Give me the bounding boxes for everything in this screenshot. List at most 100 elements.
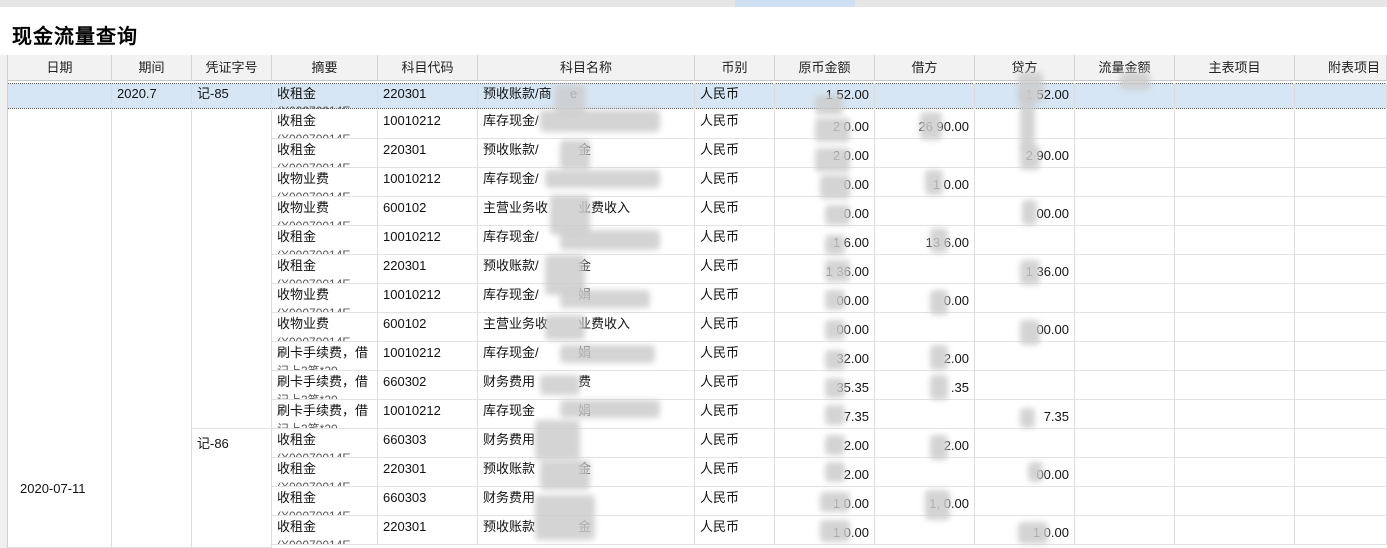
redaction-blur — [825, 378, 845, 398]
redaction-blur — [825, 235, 845, 255]
debit-cell-text: 2.00 — [943, 438, 969, 453]
currency-cell-text: 人民币 — [700, 86, 740, 101]
flow-amount-cell — [1075, 371, 1175, 400]
redaction-blur — [815, 118, 850, 142]
redaction-blur — [815, 148, 850, 172]
account-code-cell-text: 600102 — [383, 200, 427, 215]
account-name-cell: 财务费用 — [478, 429, 695, 458]
redaction-blur — [1020, 90, 1035, 150]
debit-cell — [875, 255, 975, 284]
column-header[interactable]: 币别 — [695, 55, 775, 81]
column-header[interactable]: 期间 — [112, 55, 192, 81]
account-code-cell: 220301 — [378, 516, 478, 545]
redaction-blur — [925, 170, 943, 195]
summary-cell: 收租金 (X00070014E — [272, 429, 378, 458]
period-cell: 2020.7 — [112, 83, 192, 109]
summary-cell: 收租金 (X00070014E — [272, 139, 378, 168]
column-header[interactable]: 借方 — [875, 55, 975, 81]
account-code-cell: 10010212 — [378, 110, 478, 139]
currency-cell-text: 人民币 — [700, 403, 740, 418]
account-code-cell-text: 660302 — [383, 374, 427, 389]
summary-cell: 刷卡手续费，借 记上3笔*20 — [272, 342, 378, 371]
summary-cell: 收租金 (X00070014E — [272, 255, 378, 284]
account-code-cell: 220301 — [378, 458, 478, 487]
redaction-blur — [825, 350, 845, 370]
redaction-blur — [825, 290, 845, 310]
account-code-cell: 10010212 — [378, 226, 478, 255]
account-code-cell: 10010212 — [378, 342, 478, 371]
currency-cell-text: 人民币 — [700, 229, 740, 244]
main-item-cell — [1175, 429, 1295, 458]
flow-amount-cell — [1075, 168, 1175, 197]
currency-cell: 人民币 — [695, 371, 775, 400]
debit-cell-text: 13 6.00 — [926, 235, 969, 250]
summary-cell-text: 收物业费 — [277, 200, 330, 215]
flow-amount-cell — [1075, 342, 1175, 371]
debit-cell: 2.00 — [875, 342, 975, 371]
column-header[interactable]: 主表项目 — [1175, 55, 1295, 81]
column-header[interactable]: 科目名称 — [478, 55, 695, 81]
account-code-cell: 10010212 — [378, 284, 478, 313]
column-header[interactable]: 凭证字号 — [192, 55, 272, 81]
summary-cell-text: 收物业费 — [277, 171, 330, 186]
main-item-cell — [1175, 516, 1295, 545]
top-tab-segment — [615, 0, 736, 7]
redaction-blur — [540, 110, 660, 132]
top-tab-segment — [0, 0, 91, 7]
summary-cell-text: 收租金 — [277, 432, 317, 447]
summary-cell-text: 刷卡手续费，借 — [277, 403, 369, 418]
currency-cell-text: 人民币 — [700, 374, 740, 389]
summary-cell-text: 收租金 — [277, 258, 317, 273]
schedule-item-cell — [1295, 487, 1387, 516]
main-item-cell — [1175, 226, 1295, 255]
column-header[interactable]: 原币金额 — [775, 55, 875, 81]
debit-cell — [875, 313, 975, 342]
flow-amount-cell — [1075, 487, 1175, 516]
column-header[interactable]: 科目代码 — [378, 55, 478, 81]
voucher-cell-text: 记-85 — [197, 86, 229, 101]
debit-cell — [875, 197, 975, 226]
account-code-cell-text: 220301 — [383, 86, 427, 101]
redaction-blur — [1020, 408, 1035, 428]
credit-cell: 00.00 — [975, 458, 1075, 487]
summary-cell-line2: (X00070014E — [277, 306, 351, 313]
voucher-label: 记-86 — [197, 436, 229, 451]
debit-cell-text: 0.00 — [943, 293, 969, 308]
redaction-blur — [930, 435, 948, 460]
schedule-item-cell — [1295, 226, 1387, 255]
credit-cell — [975, 284, 1075, 313]
summary-cell-line2: 记上3笔*20 — [277, 422, 338, 429]
summary-cell: 刷卡手续费，借记上3笔*20 — [272, 400, 378, 429]
flow-amount-cell — [1075, 284, 1175, 313]
redaction-blur — [930, 375, 948, 400]
currency-cell: 人民币 — [695, 255, 775, 284]
redaction-blur — [535, 420, 580, 460]
currency-cell: 人民币 — [695, 197, 775, 226]
account-code-cell: 600102 — [378, 313, 478, 342]
flow-amount-cell — [1075, 516, 1175, 545]
period-cell-text: 2020.7 — [117, 86, 157, 101]
redaction-blur — [1022, 200, 1037, 225]
empty-cell — [1295, 83, 1387, 109]
redaction-blur — [560, 140, 590, 170]
summary-cell-line2: 记上3笔*20 — [277, 364, 338, 371]
debit-cell — [875, 400, 975, 429]
redaction-blur — [545, 255, 585, 295]
debit-cell: 13 6.00 — [875, 226, 975, 255]
column-header[interactable]: 附表项目 — [1295, 55, 1387, 81]
flow-amount-cell — [1075, 197, 1175, 226]
account-code-cell-text: 600102 — [383, 316, 427, 331]
schedule-item-cell — [1295, 458, 1387, 487]
credit-cell — [975, 371, 1075, 400]
column-header[interactable]: 日期 — [8, 55, 112, 81]
cash-flow-grid[interactable]: 日期 期间 凭证字号 摘要 科目代码 科目名称 币别 原币金额 借方 贷方 流量金额 主表项目 附表项目… — [0, 55, 1387, 548]
main-item-cell — [1175, 458, 1295, 487]
summary-cell-text: 刷卡手续费，借 — [277, 374, 369, 389]
currency-cell-text: 人民币 — [700, 519, 740, 534]
redaction-blur — [560, 230, 660, 250]
summary-cell-text: 收租金 — [277, 461, 317, 476]
summary-cell: 收租金 (X00070014E — [272, 458, 378, 487]
redaction-blur — [550, 195, 590, 235]
column-header[interactable]: 摘要 — [272, 55, 378, 81]
account-code-cell-text: 10010212 — [383, 403, 441, 418]
